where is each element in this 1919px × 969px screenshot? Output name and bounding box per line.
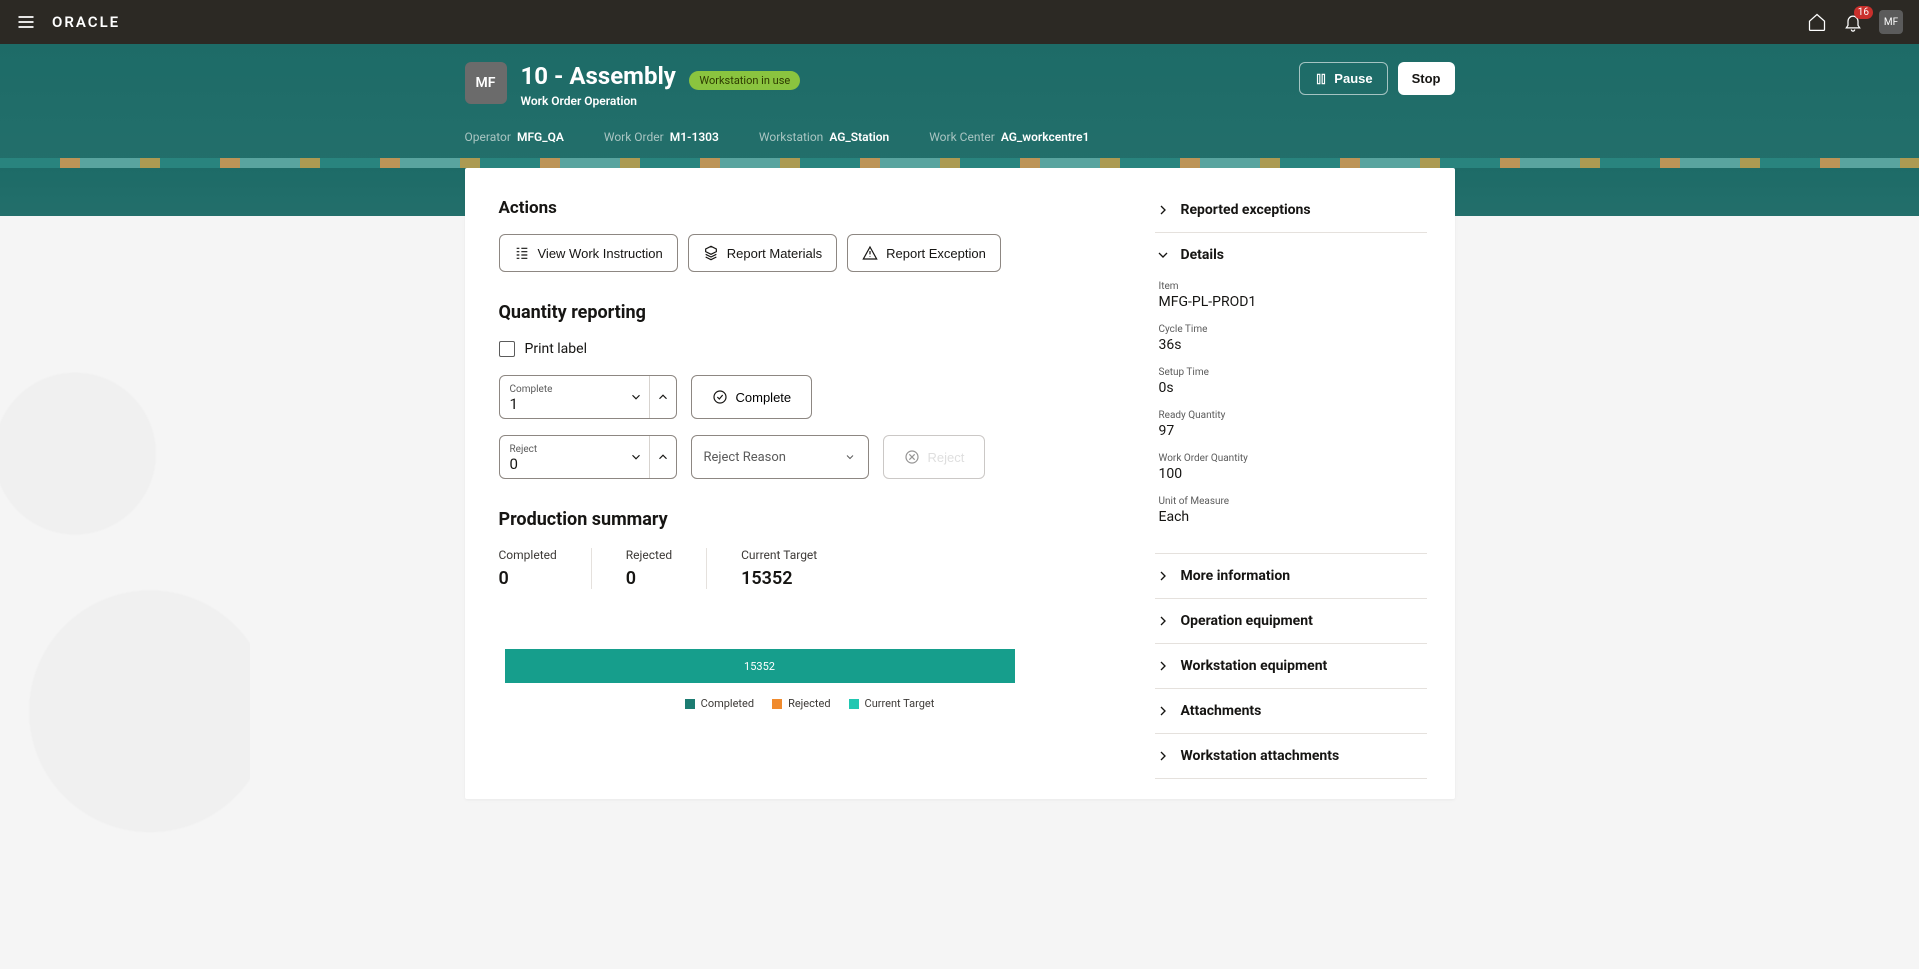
reject-increment[interactable] (650, 436, 676, 478)
attachments-toggle[interactable]: Attachments (1155, 689, 1427, 733)
complete-increment[interactable] (650, 376, 676, 418)
print-label-text: Print label (525, 341, 587, 357)
notifications-icon[interactable]: 16 (1843, 12, 1863, 32)
home-icon[interactable] (1807, 12, 1827, 32)
rejected-value: 0 (626, 568, 672, 589)
details-toggle[interactable]: Details (1155, 233, 1427, 277)
reject-reason-select[interactable]: Reject Reason (691, 435, 869, 479)
complete-decrement[interactable] (623, 376, 649, 418)
page-header: MF 10 - Assembly Workstation in use Work… (0, 44, 1919, 168)
brand-logo: ORACLE (52, 13, 120, 31)
detail-ready: 97 (1159, 423, 1427, 439)
view-work-instruction-button[interactable]: View Work Instruction (499, 234, 678, 272)
complete-stepper[interactable]: Complete 1 (499, 375, 677, 419)
notification-badge: 16 (1854, 6, 1873, 19)
header-meta: OperatorMFG_QA Work OrderM1-1303 Worksta… (465, 130, 1455, 144)
more-info-toggle[interactable]: More information (1155, 554, 1427, 598)
pause-button[interactable]: Pause (1299, 62, 1387, 95)
menu-icon[interactable] (16, 12, 36, 32)
page-title: 10 - Assembly (521, 62, 676, 90)
detail-uom: Each (1159, 509, 1427, 525)
detail-item: MFG-PL-PROD1 (1159, 294, 1427, 310)
stop-button[interactable]: Stop (1398, 62, 1455, 95)
status-badge: Workstation in use (689, 71, 800, 90)
operation-avatar: MF (465, 62, 507, 104)
user-avatar[interactable]: MF (1879, 10, 1903, 34)
detail-cycle: 36s (1159, 337, 1427, 353)
quantity-heading: Quantity reporting (499, 302, 1121, 323)
workstation-equipment-toggle[interactable]: Workstation equipment (1155, 644, 1427, 688)
report-exception-button[interactable]: Report Exception (847, 234, 1001, 272)
page-subtitle: Work Order Operation (521, 94, 801, 108)
reject-decrement[interactable] (623, 436, 649, 478)
report-materials-button[interactable]: Report Materials (688, 234, 837, 272)
target-value: 15352 (741, 568, 817, 589)
complete-button[interactable]: Complete (691, 375, 813, 419)
summary-heading: Production summary (499, 509, 1121, 530)
print-label-checkbox[interactable] (499, 341, 515, 357)
completed-value: 0 (499, 568, 557, 589)
detail-woqty: 100 (1159, 466, 1427, 482)
detail-setup: 0s (1159, 380, 1427, 396)
production-chart: 15352 Completed Rejected Current Target (499, 649, 1121, 710)
reported-exceptions-toggle[interactable]: Reported exceptions (1155, 188, 1427, 232)
workstation-attachments-toggle[interactable]: Workstation attachments (1155, 734, 1427, 778)
chart-bar-target: 15352 (505, 649, 1015, 683)
reject-button[interactable]: Reject (883, 435, 986, 479)
actions-heading: Actions (499, 198, 1121, 218)
reject-stepper[interactable]: Reject 0 (499, 435, 677, 479)
operation-equipment-toggle[interactable]: Operation equipment (1155, 599, 1427, 643)
top-bar: ORACLE 16 MF (0, 0, 1919, 44)
